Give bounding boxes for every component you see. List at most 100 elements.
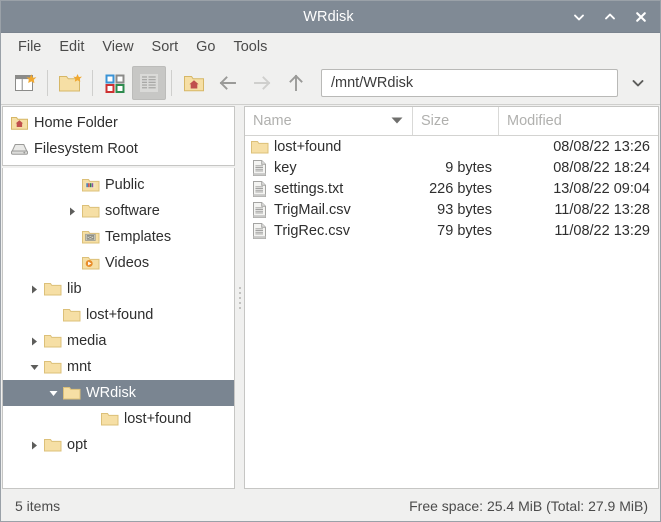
sidebar-item-label: Filesystem Root (34, 140, 138, 157)
chevron-down-icon (49, 390, 57, 396)
folder-icon (42, 358, 62, 376)
tree-item-videos[interactable]: Videos (3, 250, 234, 276)
menu-tools[interactable]: Tools (224, 36, 276, 58)
file-name-cell: settings.txt (245, 180, 412, 198)
chevron-right-icon (31, 337, 37, 345)
text-file-icon (252, 180, 266, 197)
tree-item-lib[interactable]: lib (3, 276, 234, 302)
file-name-label: lost+found (274, 138, 342, 155)
tree-twisty-collapsed[interactable] (26, 336, 42, 347)
tree-twisty-expanded[interactable] (26, 362, 42, 373)
chevron-down-icon (30, 364, 38, 370)
folder-templates-icon (80, 228, 100, 246)
minimize-button[interactable] (570, 8, 588, 26)
file-name-cell: key (245, 159, 412, 177)
file-row[interactable]: lost+found 08/08/22 13:26 (245, 136, 658, 157)
menu-go[interactable]: Go (187, 36, 224, 58)
new-tab-button[interactable] (8, 66, 42, 100)
menu-view[interactable]: View (93, 36, 142, 58)
toolbar-separator-2 (92, 69, 93, 96)
up-button[interactable] (279, 66, 313, 100)
folder-icon (81, 205, 99, 218)
arrow-left-icon (219, 75, 236, 90)
home-folder-icon (9, 114, 29, 132)
new-folder-button[interactable] (53, 66, 87, 100)
pane-splitter[interactable] (235, 105, 244, 490)
sidebar-item-home-folder[interactable]: Home Folder (3, 110, 234, 136)
tree-twisty-expanded[interactable] (45, 388, 61, 399)
folder-icon (248, 139, 270, 155)
folder-templates-icon (81, 231, 99, 244)
tree-item-software[interactable]: software (3, 198, 234, 224)
file-name-cell: lost+found (245, 139, 412, 155)
text-file-icon (248, 201, 270, 219)
folder-icon (43, 361, 61, 374)
folder-icon (43, 283, 61, 296)
folder-icon (61, 306, 81, 324)
maximize-button[interactable] (601, 8, 619, 26)
tree-item-mnt[interactable]: mnt (3, 354, 234, 380)
file-row[interactable]: TrigRec.csv 79 bytes 11/08/22 13:29 (245, 220, 658, 241)
tree-twisty-collapsed[interactable] (64, 206, 80, 217)
folder-icon (61, 384, 81, 402)
folder-icon (43, 335, 61, 348)
tree-item-label: software (105, 202, 160, 219)
tree-twisty-collapsed[interactable] (26, 284, 42, 295)
tree-item-public[interactable]: Public (3, 172, 234, 198)
folder-videos-icon (80, 254, 100, 272)
status-bar: 5 items Free space: 25.4 MiB (Total: 27.… (1, 490, 660, 521)
tree-item-wrdisk[interactable]: WRdisk (3, 380, 234, 406)
icon-view-button[interactable] (98, 66, 132, 100)
text-file-icon (248, 222, 270, 240)
file-list-view[interactable]: Name Size Modified lost+found 08/08/22 13… (244, 106, 659, 489)
tree-item-media[interactable]: media (3, 328, 234, 354)
tree-item-lost-found[interactable]: lost+found (3, 302, 234, 328)
folder-icon (99, 410, 119, 428)
path-history-dropdown-button[interactable] (624, 69, 652, 97)
icon-view-icon (105, 74, 125, 93)
folder-icon (42, 280, 62, 298)
detailed-list-view-button[interactable] (132, 65, 166, 100)
file-row[interactable]: key 9 bytes 08/08/22 18:24 (245, 157, 658, 178)
column-header-size[interactable]: Size (412, 107, 498, 135)
file-row[interactable]: settings.txt 226 bytes 13/08/22 09:04 (245, 178, 658, 199)
chevron-right-icon (31, 285, 37, 293)
menu-sort[interactable]: Sort (143, 36, 188, 58)
folder-videos-icon (81, 257, 99, 270)
tree-item-label: Videos (105, 254, 150, 271)
home-button[interactable] (177, 66, 211, 100)
folder-icon (42, 436, 62, 454)
folder-icon (42, 332, 62, 350)
menu-bar: File Edit View Sort Go Tools (1, 33, 660, 61)
column-header-label: Modified (507, 113, 562, 129)
tree-item-opt[interactable]: opt (3, 432, 234, 458)
tree-item-label: opt (67, 436, 88, 453)
file-manager-window: WRdisk File Edit View Sort Go Tools /mnt… (0, 0, 661, 522)
back-button[interactable] (211, 66, 245, 100)
menu-file[interactable]: File (9, 36, 50, 58)
file-name-cell: TrigMail.csv (245, 201, 412, 219)
text-file-icon (252, 159, 266, 176)
path-input[interactable] (329, 73, 610, 92)
chevron-right-icon (69, 207, 75, 215)
close-button[interactable] (632, 8, 650, 26)
path-entry[interactable] (321, 68, 618, 97)
file-modified-cell: 13/08/22 09:04 (553, 180, 650, 197)
sidebar: Home Folder Filesystem Root Public softwa (1, 105, 235, 490)
sidebar-item-filesystem-root[interactable]: Filesystem Root (3, 136, 234, 162)
column-header-name[interactable]: Name (245, 107, 412, 135)
title-bar: WRdisk (1, 1, 660, 33)
file-list-body[interactable]: lost+found 08/08/22 13:26 key 9 bytes 08/08/… (245, 136, 658, 488)
tree-item-lost-found[interactable]: lost+found (3, 406, 234, 432)
tree-twisty-collapsed[interactable] (26, 440, 42, 451)
file-name-label: TrigMail.csv (274, 201, 351, 218)
menu-edit[interactable]: Edit (50, 36, 93, 58)
tree-item-templates[interactable]: Templates (3, 224, 234, 250)
chevron-down-icon (632, 79, 644, 86)
column-header-modified[interactable]: Modified (498, 107, 658, 135)
file-row[interactable]: TrigMail.csv 93 bytes 11/08/22 13:28 (245, 199, 658, 220)
forward-button[interactable] (245, 66, 279, 100)
sort-descending-icon (390, 113, 404, 129)
directory-tree[interactable]: Public software Templates Videos lib lost+fou… (2, 168, 235, 489)
chevron-up-icon (605, 13, 615, 19)
